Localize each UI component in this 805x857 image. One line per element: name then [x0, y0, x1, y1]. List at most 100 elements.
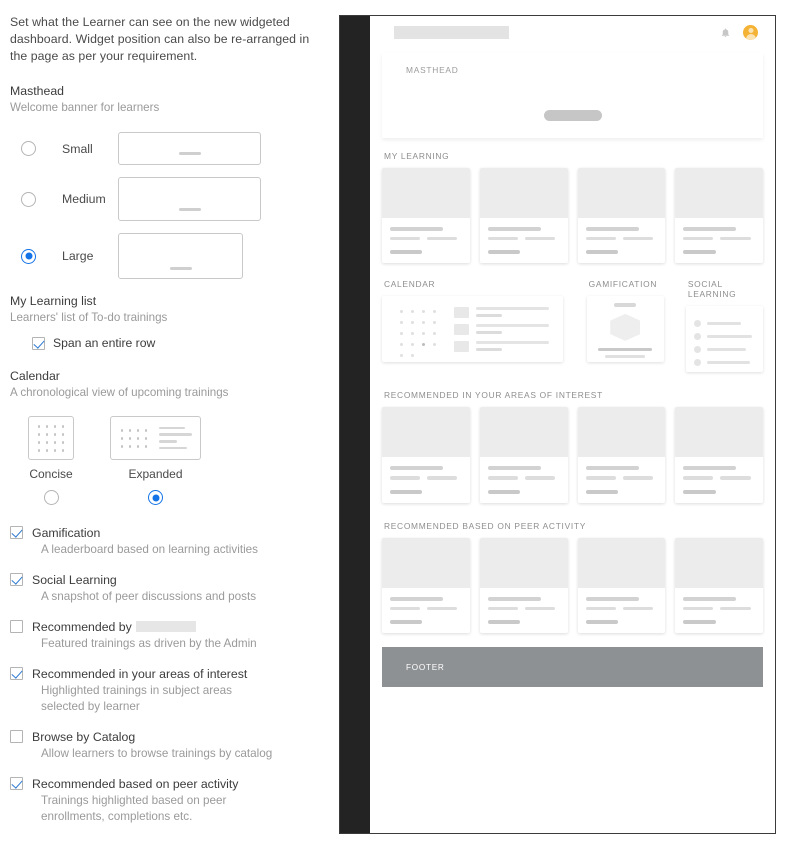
card-subtitle-placeholders	[487, 476, 560, 480]
feature-header[interactable]: Recommended in your areas of interest	[10, 667, 321, 681]
masthead-option-large[interactable]: Large	[10, 233, 321, 279]
masthead-option-medium[interactable]: Medium	[10, 177, 321, 221]
checkbox-recommended-peer[interactable]	[10, 777, 23, 790]
feature-item-recommended-peer: Recommended based on peer activity Train…	[10, 777, 321, 825]
feature-header[interactable]: Social Learning	[10, 573, 321, 587]
masthead-section: Masthead Welcome banner for learners Sma…	[10, 83, 321, 279]
calendar-event-list	[454, 306, 553, 362]
widget-dashboard-settings-page: Set what the Learner can see on the new …	[0, 0, 805, 857]
card-footer-placeholder	[390, 250, 423, 255]
card-subtitle-placeholders	[683, 476, 755, 480]
feature-header[interactable]: Recommended based on peer activity	[10, 777, 321, 791]
radio-expanded[interactable]	[148, 490, 163, 505]
calendar-title: Calendar	[10, 369, 60, 383]
calendar-expanded-radio-wrap[interactable]	[148, 490, 163, 510]
training-card[interactable]	[577, 168, 666, 264]
training-card[interactable]	[479, 168, 568, 264]
preview-gamification-widget[interactable]	[586, 296, 664, 363]
feature-title: Recommended in your areas of interest	[32, 667, 248, 681]
card-footer-placeholder	[683, 250, 716, 255]
section-caption-gamification: GAMIFICATION	[588, 279, 658, 290]
event-thumb	[454, 324, 469, 336]
settings-panel: Set what the Learner can see on the new …	[0, 0, 333, 857]
social-post-item	[693, 346, 755, 354]
calendar-option-concise[interactable]: Concise	[28, 416, 74, 510]
card-subtitle-placeholders	[390, 606, 462, 611]
preview-calendar-widget[interactable]	[382, 296, 563, 363]
radio-medium[interactable]	[21, 191, 36, 207]
training-card[interactable]	[479, 537, 568, 634]
checkbox-recommended-by[interactable]	[10, 620, 23, 633]
feature-title: Gamification	[32, 526, 101, 540]
social-post-item	[693, 359, 755, 367]
radio-concise[interactable]	[43, 490, 59, 505]
footer-caption: FOOTER	[406, 662, 445, 672]
feature-header[interactable]: Recommended by	[10, 620, 321, 634]
card-thumbnail	[577, 537, 666, 588]
training-card[interactable]	[382, 168, 470, 264]
masthead-size-options: Small Medium Large	[10, 132, 321, 279]
card-thumbnail	[675, 407, 763, 458]
training-card[interactable]	[577, 407, 666, 503]
card-meta	[675, 218, 763, 255]
calendar-grid-icon	[396, 306, 440, 362]
card-footer-placeholder	[487, 620, 521, 625]
checkbox-span-entire-row[interactable]	[32, 336, 45, 350]
bell-icon[interactable]	[720, 27, 731, 38]
training-card[interactable]	[675, 407, 763, 503]
user-avatar[interactable]	[743, 25, 758, 40]
feature-description: Highlighted trainings in subject areas s…	[41, 684, 233, 713]
event-thumb	[454, 341, 469, 353]
checkbox-browse-catalog[interactable]	[10, 730, 23, 743]
calendar-expanded-thumbnail[interactable]	[110, 416, 201, 460]
card-footer-placeholder	[585, 250, 618, 255]
training-card[interactable]	[675, 537, 763, 634]
social-post-item	[693, 333, 755, 341]
feature-header[interactable]: Browse by Catalog	[10, 730, 321, 744]
feature-item-gamification: Gamification A leaderboard based on lear…	[10, 526, 321, 558]
masthead-preview-large	[118, 233, 243, 279]
card-footer-placeholder	[390, 620, 423, 625]
feature-description: Trainings highlighted based on peer enro…	[41, 794, 227, 823]
checkbox-social-learning[interactable]	[10, 573, 23, 586]
training-card[interactable]	[479, 407, 568, 503]
training-card[interactable]	[382, 407, 470, 503]
training-card[interactable]	[675, 168, 763, 264]
radio-large[interactable]	[21, 248, 36, 264]
card-footer-placeholder	[585, 620, 618, 625]
card-title-placeholder	[683, 227, 737, 231]
radio-small[interactable]	[21, 141, 36, 156]
checkbox-gamification[interactable]	[10, 526, 23, 539]
calendar-concise-thumbnail[interactable]	[28, 416, 74, 460]
feature-description: Featured trainings as driven by the Admi…	[41, 637, 257, 650]
preview-social-learning-widget[interactable]	[685, 306, 763, 373]
calendar-dot-grid-icon	[36, 423, 66, 453]
masthead-cta-placeholder[interactable]	[543, 110, 602, 121]
post-avatar	[693, 333, 701, 341]
my-learning-title: My Learning list	[10, 294, 97, 308]
masthead-option-small[interactable]: Small	[10, 132, 321, 165]
event-thumb	[454, 307, 469, 319]
recommended-interest-cards-row	[382, 407, 763, 503]
masthead-subtitle: Welcome banner for learners	[10, 101, 160, 114]
calendar-option-expanded[interactable]: Expanded	[110, 416, 201, 510]
card-footer-placeholder	[683, 620, 716, 625]
calendar-section: Calendar A chronological view of upcomin…	[10, 368, 321, 510]
card-meta	[675, 588, 763, 625]
masthead-preview-medium	[118, 177, 261, 221]
card-meta	[382, 218, 470, 255]
dashboard-preview-panel: MASTHEAD MY LEARNING CALENDAR GAMIFICATI…	[339, 15, 776, 834]
calendar-subtitle: A chronological view of upcoming trainin…	[10, 386, 229, 399]
feature-description: A snapshot of peer discussions and posts	[41, 590, 257, 603]
span-entire-row-option[interactable]: Span an entire row	[32, 336, 321, 350]
feature-header[interactable]: Gamification	[10, 526, 321, 540]
training-card[interactable]	[382, 537, 470, 634]
calendar-concise-radio-wrap[interactable]	[43, 490, 59, 510]
card-meta	[480, 218, 568, 255]
calendar-option-label: Concise	[29, 467, 73, 481]
training-card[interactable]	[577, 537, 666, 634]
post-avatar	[693, 320, 701, 328]
preview-topbar	[382, 16, 763, 49]
calendar-dot-grid-icon	[119, 427, 149, 449]
checkbox-recommended-interest[interactable]	[10, 667, 23, 680]
